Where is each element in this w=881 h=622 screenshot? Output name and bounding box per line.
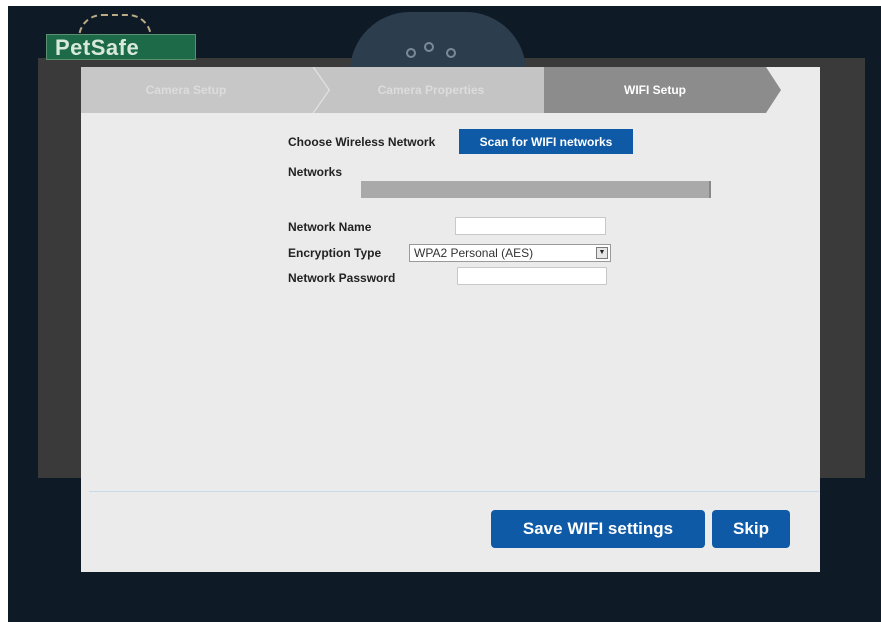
networks-list[interactable] [361,181,711,198]
network-name-label: Network Name [288,220,372,234]
network-password-label: Network Password [288,271,396,285]
choose-network-label: Choose Wireless Network [288,135,436,149]
wifi-setup-dialog: Camera Setup Camera Properties WIFI Setu… [81,67,820,572]
step-wifi-setup[interactable]: WIFI Setup [544,67,766,113]
network-name-input[interactable] [455,217,606,235]
camera-lens-icon [406,48,416,58]
dropdown-arrow-icon[interactable]: ▼ [596,247,608,259]
encryption-type-select[interactable]: WPA2 Personal (AES) ▼ [409,244,611,262]
save-wifi-settings-button[interactable]: Save WIFI settings [491,510,705,548]
encryption-type-value: WPA2 Personal (AES) [414,246,534,260]
footer-divider [89,491,819,492]
networks-label: Networks [288,165,343,179]
step-camera-properties[interactable]: Camera Properties [321,67,541,113]
camera-lens-icon [424,42,434,52]
network-password-input[interactable] [457,267,607,285]
camera-lens-icon [446,48,456,58]
scan-wifi-button[interactable]: Scan for WIFI networks [459,129,633,154]
encryption-type-label: Encryption Type [288,246,382,260]
step-camera-setup[interactable]: Camera Setup [81,67,291,113]
wizard-steps: Camera Setup Camera Properties WIFI Setu… [81,67,820,113]
petsafe-logo: PetSafe [46,34,196,60]
skip-button[interactable]: Skip [712,510,790,548]
